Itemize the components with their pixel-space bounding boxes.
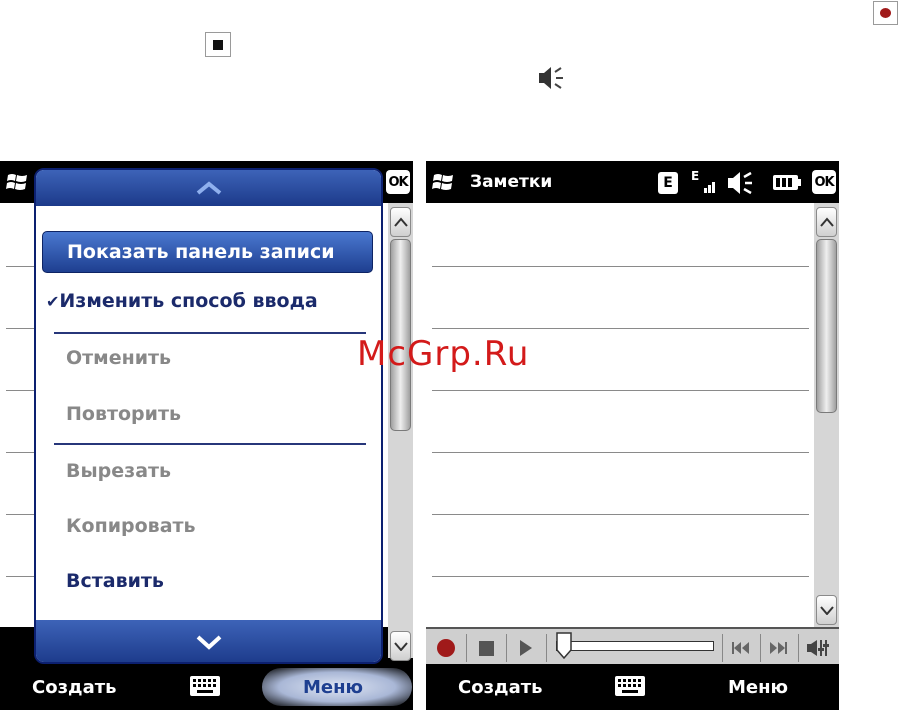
menu-scroll-down[interactable]: [36, 620, 381, 662]
ruled-line: [432, 390, 809, 391]
menu-item-undo[interactable]: Отменить: [66, 347, 171, 369]
record-icon: [437, 639, 455, 657]
recorder-toolbar: [426, 627, 839, 665]
context-menu: Показать панель записи ✔Изменить способ …: [34, 168, 383, 664]
record-button[interactable]: [430, 632, 462, 664]
softkey-create[interactable]: Создать: [458, 677, 543, 698]
softkey-menu[interactable]: Меню: [303, 677, 363, 698]
windows-start-icon[interactable]: [431, 169, 457, 195]
softkey-bar: Создать Меню: [426, 664, 839, 710]
check-icon: ✔: [46, 292, 60, 311]
speaker-icon: [539, 67, 563, 89]
menu-item-label: Изменить способ ввода: [59, 290, 318, 312]
menu-separator: [54, 332, 366, 334]
volume-icon[interactable]: [726, 170, 754, 196]
speaker-volume-icon: [807, 640, 829, 656]
vertical-scrollbar[interactable]: [388, 203, 413, 661]
menu-separator: [54, 443, 366, 445]
ok-button[interactable]: OK: [386, 170, 410, 194]
volume-button[interactable]: [802, 632, 834, 664]
keyboard-icon[interactable]: [614, 675, 646, 697]
chevron-up-icon: [196, 181, 221, 195]
play-button[interactable]: [510, 632, 542, 664]
chevron-up-icon: [393, 217, 408, 227]
windows-start-icon[interactable]: [5, 169, 31, 195]
notes-content-area[interactable]: [426, 203, 839, 627]
menu-item-copy[interactable]: Копировать: [66, 515, 196, 537]
ruled-line: [432, 266, 809, 267]
stop-button[interactable]: [470, 632, 502, 664]
ruled-line: [432, 514, 809, 515]
menu-item-paste[interactable]: Вставить: [66, 570, 164, 592]
next-button[interactable]: [763, 632, 793, 664]
watermark-text: McGrp.Ru: [357, 334, 530, 374]
scroll-up-button[interactable]: [816, 207, 837, 237]
title-bar: Заметки E E OK: [426, 161, 839, 203]
menu-item-show-record-panel[interactable]: Показать панель записи: [42, 231, 373, 273]
record-icon: [873, 1, 898, 25]
scroll-down-button[interactable]: [390, 631, 411, 661]
ruled-line: [432, 328, 809, 329]
playback-slider[interactable]: [556, 641, 714, 651]
menu-item-cut[interactable]: Вырезать: [66, 460, 171, 482]
softkey-menu[interactable]: Меню: [728, 677, 788, 698]
stop-icon: [478, 640, 494, 656]
right-device-screen: Заметки E E OK Создать Меню: [426, 161, 839, 710]
menu-item-redo[interactable]: Повторить: [66, 403, 181, 425]
scroll-down-button[interactable]: [816, 595, 837, 625]
chevron-down-icon: [819, 606, 834, 615]
scroll-up-button[interactable]: [390, 207, 411, 237]
signal-status-icon: E: [691, 169, 719, 197]
chevron-down-icon: [196, 635, 221, 650]
previous-button[interactable]: [726, 632, 756, 664]
ok-button[interactable]: OK: [812, 170, 836, 194]
chevron-down-icon: [393, 642, 408, 651]
menu-scroll-up[interactable]: [36, 170, 381, 206]
ruled-line: [432, 576, 809, 577]
edge-status-icon: E: [658, 172, 678, 194]
skip-forward-icon: [770, 642, 787, 654]
menu-item-label: Показать панель записи: [67, 241, 335, 263]
vertical-scrollbar[interactable]: [814, 203, 839, 627]
keyboard-icon[interactable]: [189, 675, 221, 697]
app-title: Заметки: [470, 172, 553, 192]
battery-icon: [773, 175, 801, 190]
stop-icon: [205, 32, 231, 57]
scroll-thumb[interactable]: [816, 239, 837, 413]
play-icon: [520, 640, 532, 656]
softkey-bar: Создать Меню: [0, 664, 413, 710]
chevron-up-icon: [819, 217, 834, 227]
left-device-screen: OK Показать панель записи ✔Изменить спос…: [0, 161, 413, 710]
ruled-line: [432, 452, 809, 453]
menu-item-change-input[interactable]: ✔Изменить способ ввода: [46, 290, 318, 312]
softkey-create[interactable]: Создать: [32, 677, 117, 698]
skip-back-icon: [732, 642, 749, 654]
slider-handle[interactable]: [556, 632, 572, 659]
